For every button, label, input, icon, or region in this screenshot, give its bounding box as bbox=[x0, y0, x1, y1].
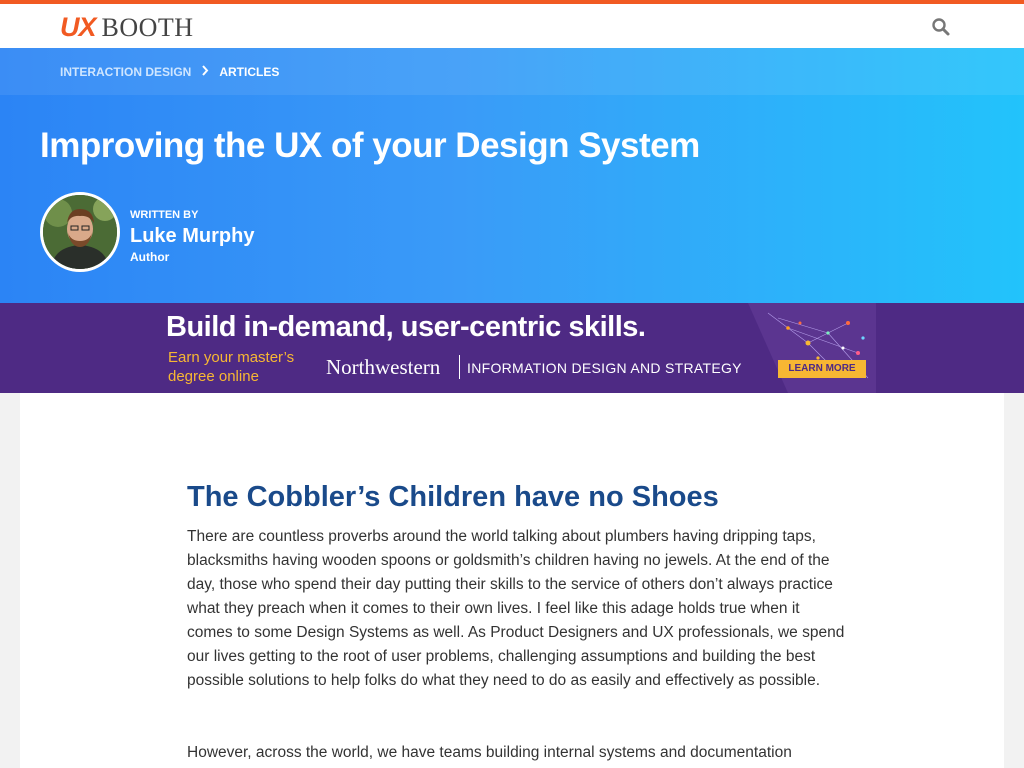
ad-program: INFORMATION DESIGN AND STRATEGY bbox=[467, 360, 742, 376]
site-header: UX BOOTH bbox=[0, 4, 1024, 48]
author-avatar[interactable] bbox=[40, 192, 120, 272]
article-paragraph: However, across the world, we have teams… bbox=[187, 744, 792, 761]
breadcrumb: INTERACTION DESIGN ARTICLES bbox=[60, 64, 279, 79]
article-title: Improving the UX of your Design System bbox=[40, 126, 700, 165]
written-by-label: WRITTEN BY bbox=[130, 209, 199, 221]
logo-ux: UX bbox=[60, 12, 97, 42]
logo-booth: BOOTH bbox=[101, 13, 194, 42]
ad-brand: Northwestern bbox=[326, 355, 441, 379]
ad-network-graphic bbox=[748, 303, 876, 393]
search-icon[interactable] bbox=[930, 16, 952, 38]
ad-band: Build in-demand, user-centric skills. Ea… bbox=[0, 303, 1024, 393]
author-role: Author bbox=[130, 250, 170, 264]
author-info: WRITTEN BY Luke Murphy Author bbox=[130, 209, 254, 264]
section-heading: The Cobbler’s Children have no Shoes bbox=[187, 481, 719, 513]
ad-divider bbox=[459, 355, 460, 379]
article-hero: INTERACTION DESIGN ARTICLES Improving th… bbox=[0, 48, 1024, 303]
ad-subline: Earn your master’s degree online bbox=[168, 349, 295, 385]
author-name[interactable]: Luke Murphy bbox=[130, 225, 254, 248]
breadcrumb-articles[interactable]: ARTICLES bbox=[219, 65, 279, 79]
article-body: The Cobbler’s Children have no Shoes The… bbox=[20, 393, 1004, 768]
ad-headline: Build in-demand, user-centric skills. bbox=[166, 311, 646, 343]
article-paragraph: There are countless proverbs around the … bbox=[187, 528, 845, 689]
northwestern-ad-banner[interactable]: Build in-demand, user-centric skills. Ea… bbox=[148, 303, 876, 393]
breadcrumb-interaction-design[interactable]: INTERACTION DESIGN bbox=[60, 65, 191, 79]
site-logo[interactable]: UX BOOTH bbox=[60, 12, 194, 42]
chevron-right-icon bbox=[201, 64, 209, 79]
learn-more-button[interactable]: LEARN MORE bbox=[778, 360, 866, 378]
breadcrumb-bar: INTERACTION DESIGN ARTICLES bbox=[0, 48, 1024, 95]
